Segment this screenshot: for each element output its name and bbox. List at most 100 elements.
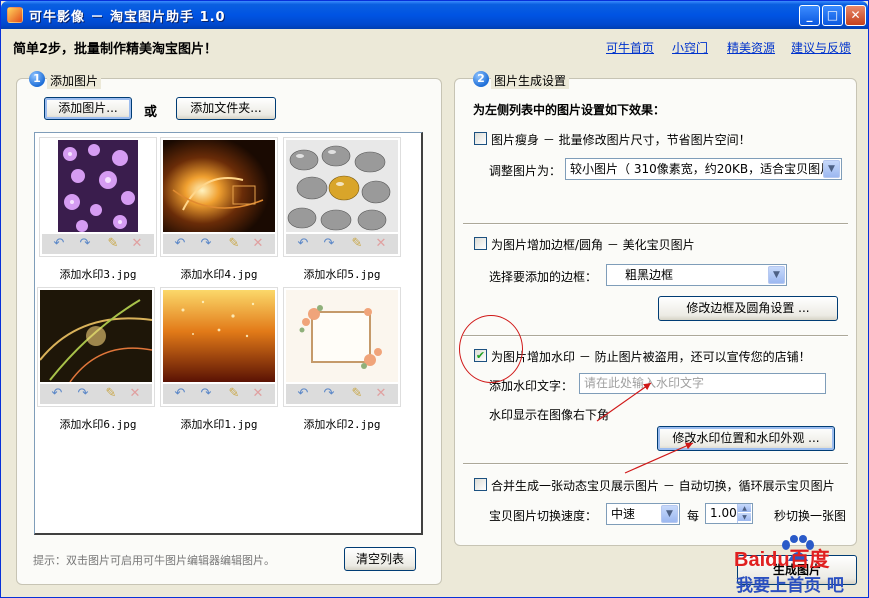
every-label: 每	[687, 509, 700, 523]
thumbnail-item[interactable]: ↶ ↷ ✎ ✕	[160, 137, 278, 257]
thumbnail-image	[163, 290, 275, 382]
thumbnail-label: 添加水印6.jpg	[59, 418, 137, 431]
rotate-right-icon[interactable]: ↷	[197, 385, 215, 403]
rotate-left-icon[interactable]: ↶	[171, 385, 189, 403]
thumbnail-image	[163, 140, 275, 232]
spin-up-icon[interactable]: ▲	[738, 504, 751, 513]
rotate-left-icon[interactable]: ↶	[294, 385, 312, 403]
seconds-spinner[interactable]: 1.00 ▲ ▼	[705, 503, 753, 524]
link-feedback[interactable]: 建议与反馈	[791, 39, 851, 56]
link-tips[interactable]: 小窍门	[672, 39, 708, 56]
border-select-value: 粗黑边框	[625, 268, 674, 282]
thumbnail-item[interactable]: ↶ ↷ ✎ ✕	[39, 137, 157, 257]
thumbnail-label: 添加水印3.jpg	[59, 268, 137, 281]
spinner-buttons[interactable]: ▲ ▼	[737, 504, 751, 523]
thumbnail-image	[40, 290, 152, 382]
slogan: 简单2步，批量制作精美淘宝图片！	[13, 42, 218, 57]
rotate-right-icon[interactable]: ↷	[76, 235, 94, 253]
thumbnail-item[interactable]: ↶ ↷ ✎ ✕	[160, 287, 278, 407]
add-images-title: 添加图片	[47, 72, 102, 89]
link-home[interactable]: 可牛首页	[606, 39, 654, 56]
rotate-left-icon[interactable]: ↶	[48, 385, 66, 403]
modify-border-button[interactable]: 修改边框及圆角设置 ...	[658, 296, 838, 321]
speed-select[interactable]: 中速 ▼	[606, 503, 680, 525]
rotate-right-icon[interactable]: ↷	[320, 385, 338, 403]
maximize-button[interactable]: □	[822, 5, 843, 26]
thumbnail-image	[286, 140, 398, 232]
edit-icon[interactable]: ✎	[348, 235, 366, 253]
close-button[interactable]: ✕	[845, 5, 866, 26]
or-text: 或	[144, 105, 158, 120]
slim-label[interactable]: 图片瘦身 － 批量修改图片尺寸，节省图片空间！	[491, 131, 751, 148]
speed-select-value: 中速	[611, 507, 636, 521]
slim-checkbox[interactable]	[474, 132, 487, 145]
edit-icon[interactable]: ✎	[102, 385, 120, 403]
annotation-arrows	[596, 382, 694, 474]
edit-icon[interactable]: ✎	[225, 235, 243, 253]
thumbnail-toolbar: ↶ ↷ ✎ ✕	[42, 234, 154, 254]
thumbnail-item[interactable]: ↶ ↷ ✎ ✕	[37, 287, 155, 407]
add-folder-button[interactable]: 添加文件夹...	[176, 97, 276, 120]
app-icon	[7, 7, 23, 23]
delete-icon[interactable]: ✕	[372, 385, 390, 403]
divider	[463, 223, 848, 225]
chevron-down-icon[interactable]: ▼	[768, 266, 785, 284]
seconds-value: 1.00	[710, 506, 737, 520]
delete-icon[interactable]: ✕	[249, 385, 267, 403]
baidu-logo-text: Baidu百度	[734, 549, 830, 571]
tip-text: 提示：双击图片可启用可牛图片编辑器编辑图片。	[33, 554, 275, 567]
speed-label: 宝贝图片切换速度：	[489, 509, 598, 523]
thumbnail-label: 添加水印2.jpg	[303, 418, 381, 431]
border-select[interactable]: 粗黑边框 ▼	[606, 264, 787, 286]
chevron-down-icon[interactable]: ▼	[823, 160, 840, 178]
thumbnail-toolbar: ↶ ↷ ✎ ✕	[163, 384, 275, 404]
delete-icon[interactable]: ✕	[128, 235, 146, 253]
baidu-slogan: 我要上首页 吧	[736, 576, 844, 596]
settings-heading: 为左侧列表中的图片设置如下效果：	[473, 103, 666, 117]
edit-icon[interactable]: ✎	[348, 385, 366, 403]
annotation-circle	[459, 315, 523, 383]
rotate-left-icon[interactable]: ↶	[294, 235, 312, 253]
rotate-right-icon[interactable]: ↷	[74, 385, 92, 403]
baidu-watermark: Baidu百度 我要上首页 吧	[734, 535, 864, 596]
thumbnail-image	[42, 140, 154, 232]
delete-icon[interactable]: ✕	[249, 235, 267, 253]
delete-icon[interactable]: ✕	[126, 385, 144, 403]
step-2-badge: 2	[473, 71, 489, 87]
output-settings-title: 图片生成设置	[491, 72, 570, 89]
link-resources[interactable]: 精美资源	[727, 39, 775, 56]
thumbnail-label: 添加水印5.jpg	[303, 268, 381, 281]
thumbnail-toolbar: ↶ ↷ ✎ ✕	[163, 234, 275, 254]
spin-down-icon[interactable]: ▼	[738, 513, 751, 522]
thumbnail-toolbar: ↶ ↷ ✎ ✕	[286, 234, 398, 254]
thumbnail-image	[286, 290, 398, 382]
thumbnail-label: 添加水印1.jpg	[180, 418, 258, 431]
step-1-badge: 1	[29, 71, 45, 87]
seconds-suffix-label: 秒切换一张图	[774, 509, 847, 523]
edit-icon[interactable]: ✎	[225, 385, 243, 403]
border-label[interactable]: 为图片增加边框/圆角 － 美化宝贝图片	[491, 236, 695, 253]
rotate-left-icon[interactable]: ↶	[171, 235, 189, 253]
delete-icon[interactable]: ✕	[372, 235, 390, 253]
add-image-button[interactable]: 添加图片...	[44, 97, 132, 120]
minimize-button[interactable]: _	[799, 5, 820, 26]
title-bar[interactable]: 可牛影像 － 淘宝图片助手 1.0 _ □ ✕	[1, 1, 868, 29]
size-select[interactable]: 较小图片（ 310像素宽，约20KB，适合宝贝图片） ▼	[565, 158, 842, 180]
merge-checkbox[interactable]	[474, 478, 487, 491]
chevron-down-icon[interactable]: ▼	[661, 505, 678, 523]
border-select-label: 选择要添加的边框：	[489, 270, 598, 284]
window-title: 可牛影像 － 淘宝图片助手 1.0	[29, 10, 226, 25]
rotate-right-icon[interactable]: ↷	[197, 235, 215, 253]
thumbnail-item[interactable]: ↶ ↷ ✎ ✕	[283, 137, 401, 257]
rotate-right-icon[interactable]: ↷	[320, 235, 338, 253]
border-checkbox[interactable]	[474, 237, 487, 250]
clear-list-button[interactable]: 清空列表	[344, 547, 416, 571]
thumbnail-item[interactable]: ↶ ↷ ✎ ✕	[283, 287, 401, 407]
thumbnail-toolbar: ↶ ↷ ✎ ✕	[286, 384, 398, 404]
thumbnail-toolbar: ↶ ↷ ✎ ✕	[40, 384, 152, 404]
edit-icon[interactable]: ✎	[104, 235, 122, 253]
rotate-left-icon[interactable]: ↶	[50, 235, 68, 253]
size-select-value: 较小图片（ 310像素宽，约20KB，适合宝贝图片）	[570, 162, 842, 176]
app-window: 可牛影像 － 淘宝图片助手 1.0 _ □ ✕ 简单2步，批量制作精美淘宝图片！…	[0, 0, 869, 598]
thumbnail-label: 添加水印4.jpg	[180, 268, 258, 281]
